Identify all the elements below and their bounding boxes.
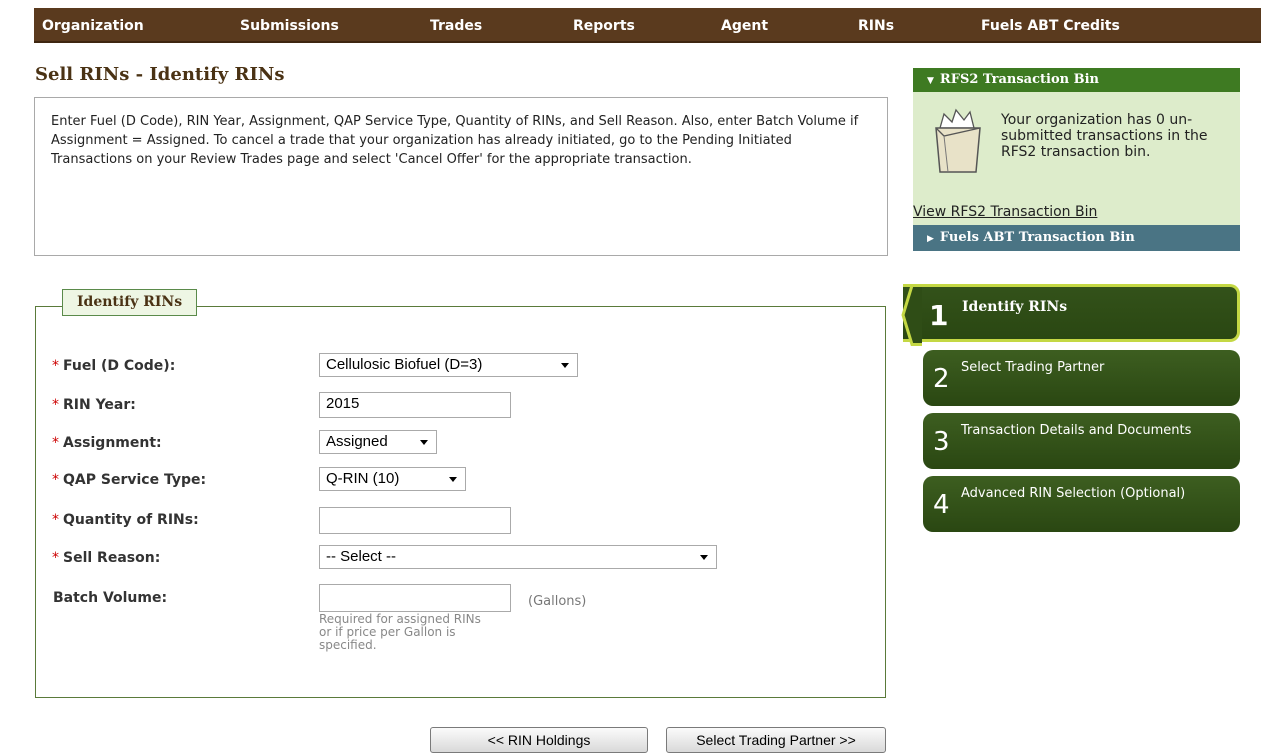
rfs2-bin-message: Your organization has 0 un-submitted tra…	[1001, 112, 1208, 160]
active-step-pointer	[901, 284, 922, 346]
chevron-down-icon	[700, 555, 708, 560]
fuels-abt-bin-header[interactable]: ▶ Fuels ABT Transaction Bin	[913, 225, 1240, 251]
required-marker: *	[52, 397, 59, 413]
step-label: Transaction Details and Documents	[961, 423, 1192, 438]
sell-reason-label: * Sell Reason:	[52, 550, 160, 566]
fuel-select[interactable]: Cellulosic Biofuel (D=3)	[319, 353, 578, 377]
nav-reports[interactable]: Reports	[573, 8, 635, 43]
batch-volume-input[interactable]	[319, 584, 511, 612]
nav-agent[interactable]: Agent	[721, 8, 768, 43]
required-marker: *	[52, 472, 59, 488]
chevron-down-icon	[420, 440, 428, 445]
step-number: 1	[929, 299, 949, 332]
qap-service-type-select[interactable]: Q-RIN (10)	[319, 467, 466, 491]
required-marker: *	[52, 358, 59, 374]
nav-trades[interactable]: Trades	[430, 8, 482, 43]
sell-reason-select[interactable]: -- Select --	[319, 545, 717, 569]
quantity-label-text: Quantity of RINs:	[63, 512, 199, 528]
nav-fuels-abt-credits[interactable]: Fuels ABT Credits	[981, 8, 1120, 43]
assignment-label: * Assignment:	[52, 435, 162, 451]
fuel-select-value: Cellulosic Biofuel (D=3)	[326, 356, 483, 373]
caret-right-icon: ▶	[927, 234, 934, 244]
quantity-input[interactable]	[319, 507, 511, 534]
rin-holdings-button[interactable]: << RIN Holdings	[430, 727, 648, 753]
required-marker: *	[52, 435, 59, 451]
fuel-label-text: Fuel (D Code):	[63, 358, 176, 374]
view-rfs2-bin-link[interactable]: View RFS2 Transaction Bin	[913, 204, 1097, 220]
assignment-label-text: Assignment:	[63, 435, 162, 451]
nav-organization[interactable]: Organization	[42, 8, 144, 43]
transaction-bin-icon	[935, 108, 981, 173]
qap-label-text: QAP Service Type:	[63, 472, 207, 488]
assignment-select-value: Assigned	[326, 433, 388, 450]
required-marker: *	[52, 550, 59, 566]
step-number: 3	[933, 427, 950, 457]
instructions-box: Enter Fuel (D Code), RIN Year, Assignmen…	[34, 97, 888, 256]
step-label: Select Trading Partner	[961, 360, 1105, 375]
step-number: 2	[933, 364, 950, 394]
chevron-down-icon	[561, 363, 569, 368]
step-label: Identify RINs	[962, 299, 1068, 315]
nav-rins[interactable]: RINs	[858, 8, 894, 43]
qap-select-value: Q-RIN (10)	[326, 470, 400, 487]
required-marker: *	[52, 512, 59, 528]
gallons-unit: (Gallons)	[528, 594, 587, 609]
rfs2-bin-header[interactable]: ▼ RFS2 Transaction Bin	[913, 68, 1240, 92]
top-nav: Organization Submissions Trades Reports …	[34, 8, 1261, 43]
rin-year-value: 2015	[326, 395, 360, 412]
step-label: Advanced RIN Selection (Optional)	[961, 486, 1186, 501]
nav-submissions[interactable]: Submissions	[240, 8, 339, 43]
quantity-label: * Quantity of RINs:	[52, 512, 199, 528]
sell-reason-select-value: -- Select --	[326, 548, 397, 565]
step-identify-rins[interactable]: 1 Identify RINs	[903, 284, 1240, 342]
page-title: Sell RINs - Identify RINs	[35, 64, 285, 85]
batch-volume-hint: Required for assigned RINs or if price p…	[319, 612, 481, 652]
rfs2-bin-title: RFS2 Transaction Bin	[939, 72, 1099, 87]
instructions-text: Enter Fuel (D Code), RIN Year, Assignmen…	[51, 114, 859, 167]
select-trading-partner-button[interactable]: Select Trading Partner >>	[666, 727, 886, 753]
assignment-select[interactable]: Assigned	[319, 430, 437, 454]
fuel-label: * Fuel (D Code):	[52, 358, 175, 374]
rin-year-label: * RIN Year:	[52, 397, 136, 413]
caret-down-icon: ▼	[927, 76, 934, 86]
rin-year-label-text: RIN Year:	[63, 397, 136, 413]
step-number: 4	[933, 490, 950, 520]
sell-reason-label-text: Sell Reason:	[63, 550, 161, 566]
step-transaction-details[interactable]: 3 Transaction Details and Documents	[923, 413, 1240, 469]
chevron-down-icon	[449, 477, 457, 482]
qap-service-type-label: * QAP Service Type:	[52, 472, 206, 488]
rin-year-input[interactable]: 2015	[319, 392, 511, 418]
step-advanced-rin-selection[interactable]: 4 Advanced RIN Selection (Optional)	[923, 476, 1240, 532]
step-select-trading-partner[interactable]: 2 Select Trading Partner	[923, 350, 1240, 406]
fuels-abt-bin-title: Fuels ABT Transaction Bin	[939, 230, 1135, 245]
fieldset-legend: Identify RINs	[62, 289, 198, 316]
batch-volume-label: Batch Volume:	[53, 590, 168, 606]
